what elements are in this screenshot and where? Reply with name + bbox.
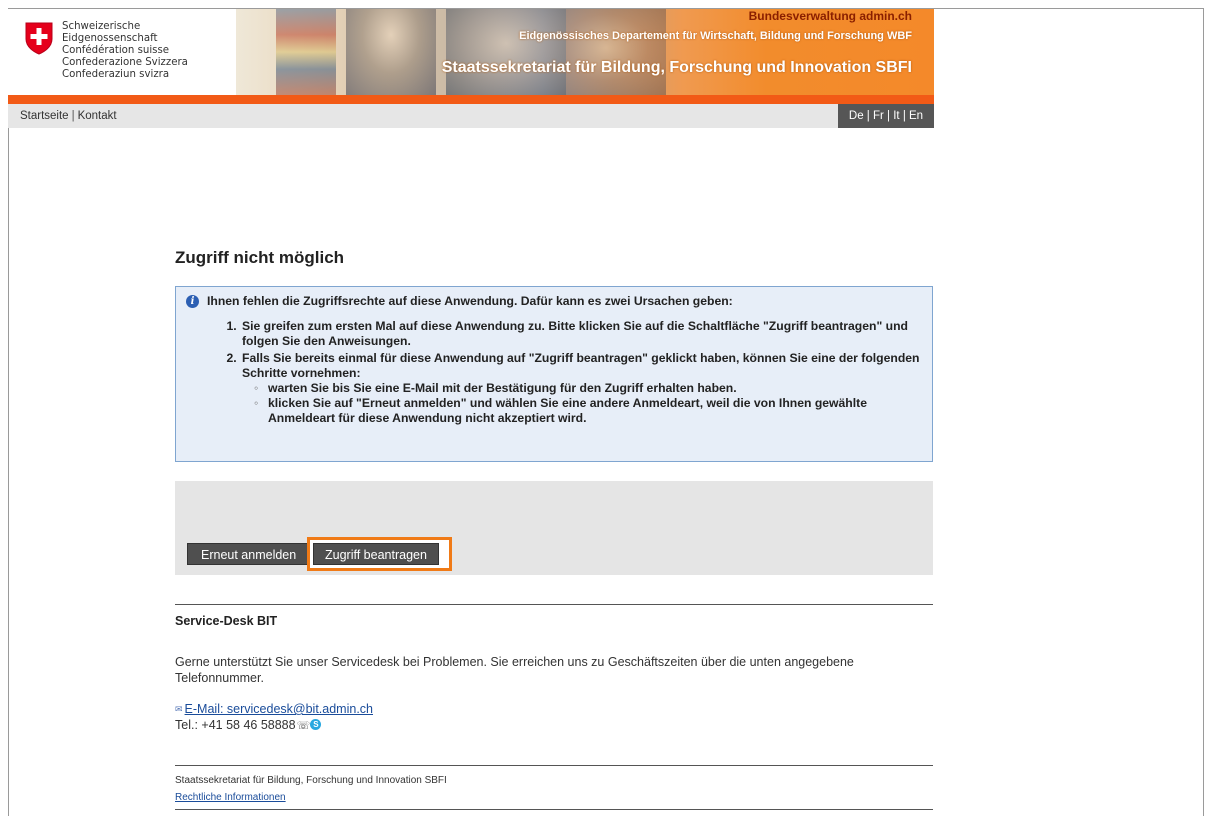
reason-1-text: Sie greifen zum ersten Mal auf diese Anw…	[242, 319, 908, 348]
substep-item-2: klicken Sie auf "Erneut anmelden" und wä…	[254, 396, 922, 426]
service-desk-text: Gerne unterstützt Sie unser Servicedesk …	[175, 655, 854, 685]
service-nav: Startseite | Kontakt	[20, 110, 117, 122]
relogin-button[interactable]: Erneut anmelden	[187, 543, 311, 565]
action-panel: Erneut anmelden Zugriff beantragen	[175, 481, 933, 575]
service-desk-phone: Tel.: +41 58 46 58888☏ S	[175, 718, 322, 732]
request-access-button[interactable]: Zugriff beantragen	[313, 543, 439, 565]
service-desk-email: ✉ E-Mail: servicedesk@bit.admin.ch	[175, 702, 373, 716]
banner-photo-people	[566, 9, 666, 95]
confederation-names: Schweizerische Eidgenossenschaft Confédé…	[62, 21, 238, 81]
footer-org: Staatssekretariat für Bildung, Forschung…	[175, 775, 447, 786]
confederation-de: Schweizerische Eidgenossenschaft	[62, 21, 158, 44]
lang-it[interactable]: It	[893, 110, 899, 122]
swiss-cross-icon	[25, 22, 53, 55]
confederation-rm: Confederaziun svizra	[62, 69, 170, 80]
reason-item-2: Falls Sie bereits einmal für diese Anwen…	[240, 351, 922, 426]
reason-item-1: Sie greifen zum ersten Mal auf diese Anw…	[240, 319, 922, 349]
admin-link[interactable]: Bundesverwaltung admin.ch	[749, 9, 912, 23]
request-access-highlight: Zugriff beantragen	[307, 537, 452, 571]
language-switcher: De | Fr | It | En	[838, 104, 934, 128]
phone-icon: ☏	[296, 720, 311, 732]
reason-2-text: Falls Sie bereits einmal für diese Anwen…	[242, 351, 920, 380]
nav-contact-link[interactable]: Kontakt	[78, 110, 117, 122]
banner-photo-students	[446, 9, 566, 95]
site-header: Schweizerische Eidgenossenschaft Confédé…	[8, 9, 934, 95]
confederation-it: Confederazione Svizzera	[62, 57, 188, 68]
confederation-logo[interactable]: Schweizerische Eidgenossenschaft Confédé…	[18, 19, 238, 89]
phone-number[interactable]: Tel.: +41 58 46 58888	[175, 718, 296, 732]
info-icon: i	[186, 295, 199, 308]
header-banner: Bundesverwaltung admin.ch Eidgenössische…	[236, 9, 934, 95]
header-accent-bar	[8, 95, 934, 104]
department-name: Eidgenössisches Departement für Wirtscha…	[519, 30, 912, 42]
nav-separator: |	[71, 110, 75, 122]
reason-substeps: warten Sie bis Sie eine E-Mail mit der B…	[254, 381, 922, 426]
secretariat-name: Staatssekretariat für Bildung, Forschung…	[441, 59, 912, 76]
info-lead-row: i Ihnen fehlen die Zugriffsrechte auf di…	[186, 294, 922, 309]
substep-item-1: warten Sie bis Sie eine E-Mail mit der B…	[254, 381, 922, 396]
lang-en[interactable]: En	[909, 110, 923, 122]
lang-fr[interactable]: Fr	[873, 110, 884, 122]
email-link[interactable]: E-Mail: servicedesk@bit.admin.ch	[185, 702, 373, 716]
footer-legal: Rechtliche Informationen	[175, 792, 286, 803]
info-box: i Ihnen fehlen die Zugriffsrechte auf di…	[175, 286, 933, 462]
nav-home-link[interactable]: Startseite	[20, 110, 69, 122]
legal-info-link[interactable]: Rechtliche Informationen	[175, 792, 286, 803]
page-title: Zugriff nicht möglich	[175, 248, 345, 267]
lang-de[interactable]: De	[849, 110, 864, 122]
banner-photo-books	[276, 9, 336, 95]
footer-bottom-divider	[175, 809, 933, 810]
service-desk-title: Service-Desk BIT	[175, 614, 278, 628]
footer-divider	[175, 765, 933, 766]
reason-list: Sie greifen zum ersten Mal auf diese Anw…	[240, 319, 922, 426]
divider	[175, 604, 933, 605]
banner-photo-lab	[346, 9, 436, 95]
confederation-fr: Confédération suisse	[62, 45, 170, 56]
mail-icon: ✉	[175, 704, 183, 714]
info-lead-text: Ihnen fehlen die Zugriffsrechte auf dies…	[207, 294, 733, 308]
top-nav: Startseite | Kontakt De | Fr | It | En	[8, 104, 934, 128]
skype-icon[interactable]: S	[310, 719, 322, 730]
